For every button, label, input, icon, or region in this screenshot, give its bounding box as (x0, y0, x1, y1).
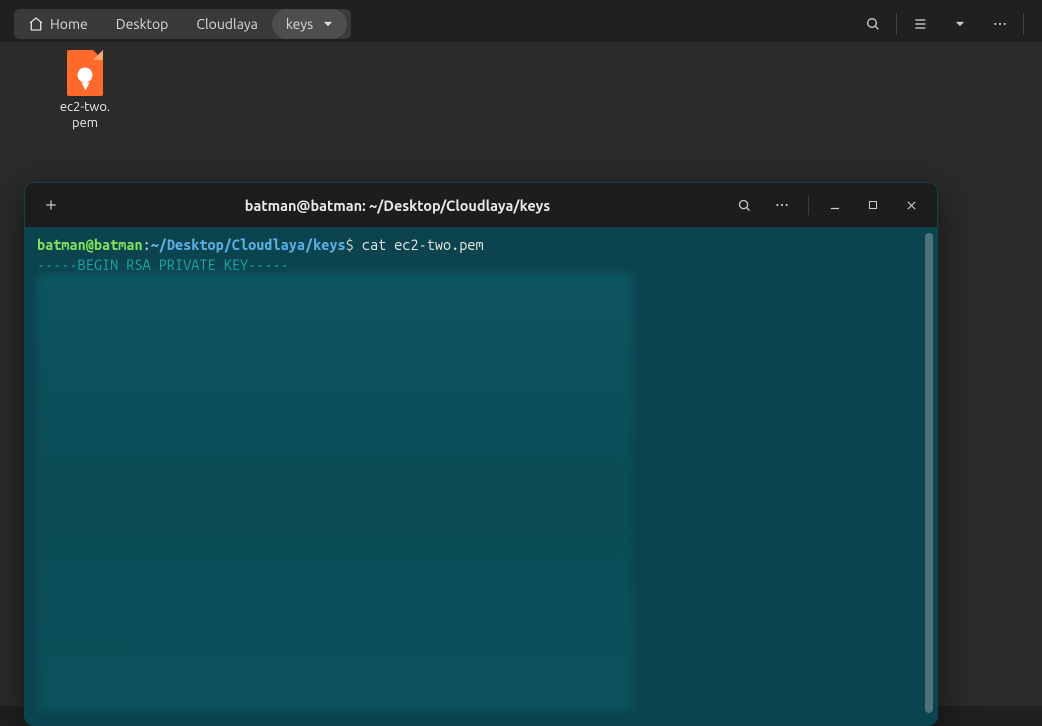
file-icon (40, 50, 130, 96)
breadcrumb-item-desktop[interactable]: Desktop (102, 9, 183, 39)
terminal-scrollbar[interactable] (925, 233, 933, 713)
terminal-actions (726, 190, 929, 220)
toolbar-divider (1023, 13, 1024, 35)
chevron-down-icon (323, 19, 333, 29)
breadcrumb-item-label: Desktop (116, 16, 169, 32)
terminal-divider (808, 195, 809, 215)
prompt-path: ~/Desktop/Cloudlaya/keys (151, 236, 346, 253)
view-menu-button[interactable] (941, 9, 979, 39)
breadcrumb: Home Desktop Cloudlaya keys (14, 9, 351, 39)
terminal-window: batman@batman: ~/Desktop/Cloudlaya/keys (24, 182, 938, 726)
terminal-titlebar[interactable]: batman@batman: ~/Desktop/Cloudlaya/keys (25, 183, 937, 227)
terminal-output-redacted (37, 273, 633, 711)
terminal-search-button[interactable] (726, 190, 762, 220)
certificate-badge-icon (78, 67, 93, 82)
toolbar-actions (854, 9, 1032, 39)
more-menu-button[interactable] (981, 9, 1019, 39)
breadcrumb-item-keys[interactable]: keys (272, 9, 347, 39)
prompt-user: batman@batman (37, 236, 143, 253)
breadcrumb-item-label: keys (286, 16, 313, 32)
terminal-command: cat ec2-two.pem (354, 236, 484, 253)
terminal-output-line: -----BEGIN RSA PRIVATE KEY----- (37, 256, 289, 273)
toolbar-divider (896, 13, 897, 35)
terminal-menu-button[interactable] (764, 190, 800, 220)
view-list-button[interactable] (901, 9, 939, 39)
file-item-pem[interactable]: ec2-two. pem (40, 50, 130, 131)
file-manager-toolbar: Home Desktop Cloudlaya keys (0, 0, 1042, 42)
terminal-body[interactable]: batman@batman:~/Desktop/Cloudlaya/keys$ … (25, 227, 937, 725)
close-button[interactable] (893, 190, 929, 220)
maximize-button[interactable] (855, 190, 891, 220)
breadcrumb-home-label: Home (50, 16, 88, 32)
certificate-file-icon (67, 50, 103, 96)
prompt-symbol: $ (346, 236, 354, 253)
search-button[interactable] (854, 9, 892, 39)
prompt-separator: : (143, 236, 151, 253)
terminal-title: batman@batman: ~/Desktop/Cloudlaya/keys (69, 197, 726, 214)
breadcrumb-item-label: Cloudlaya (196, 16, 257, 32)
new-tab-button[interactable] (33, 190, 69, 220)
breadcrumb-item-cloudlaya[interactable]: Cloudlaya (182, 9, 271, 39)
home-icon (28, 16, 44, 32)
file-label: ec2-two. pem (40, 100, 130, 131)
breadcrumb-home[interactable]: Home (14, 9, 102, 39)
minimize-button[interactable] (817, 190, 853, 220)
folder-view[interactable]: ec2-two. pem batman@batman: ~/Desktop/Cl… (0, 42, 1042, 706)
